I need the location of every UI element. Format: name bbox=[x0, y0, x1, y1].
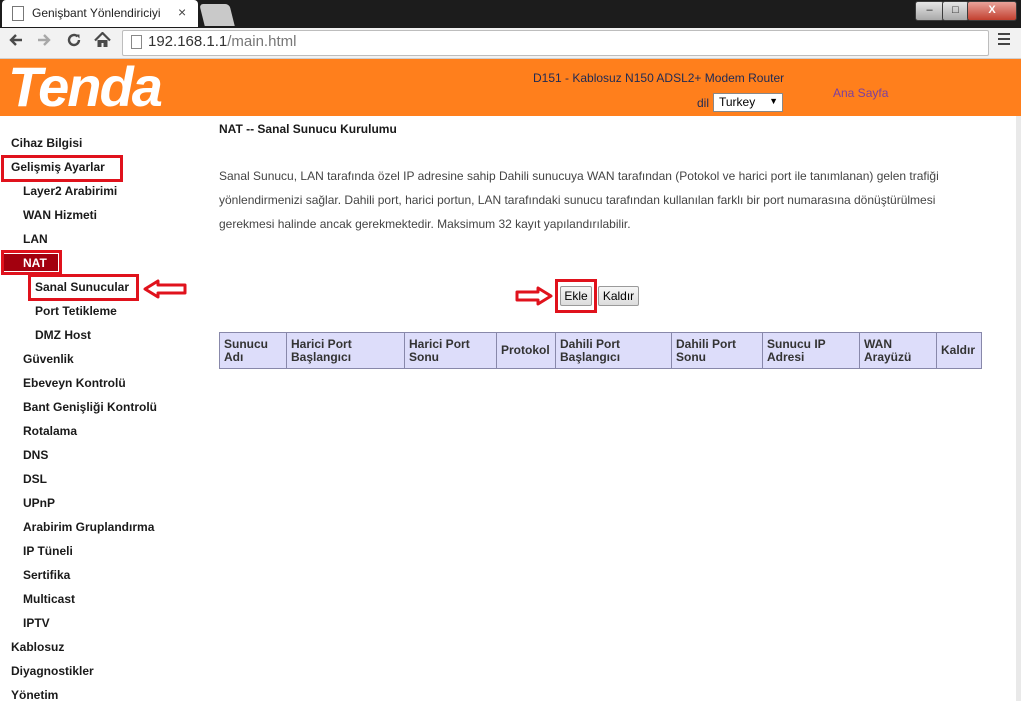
home-icon[interactable] bbox=[94, 31, 111, 53]
language-label: dil bbox=[697, 96, 710, 110]
page-icon bbox=[131, 35, 142, 49]
sidebar-item-device-info[interactable]: Cihaz Bilgisi bbox=[11, 136, 82, 150]
new-tab-button[interactable] bbox=[199, 4, 235, 26]
page-title: NAT -- Sanal Sunucu Kurulumu bbox=[219, 122, 397, 136]
column-header: Kaldır bbox=[936, 332, 982, 369]
table-header-row: Sunucu Adı Harici Port Başlangıcı Harici… bbox=[219, 332, 982, 369]
sidebar-item-certificate[interactable]: Sertifika bbox=[23, 568, 70, 582]
sidebar-item-diagnostics[interactable]: Diyagnostikler bbox=[11, 664, 94, 678]
tab-title: Genişbant Yönlendiriciyi bbox=[32, 6, 161, 20]
sidebar-item-multicast[interactable]: Multicast bbox=[23, 592, 75, 606]
scrollbar[interactable] bbox=[1016, 116, 1021, 701]
page-favicon-icon bbox=[12, 6, 24, 21]
column-header: Protokol bbox=[496, 332, 556, 369]
column-header: Harici Port Başlangıcı bbox=[286, 332, 405, 369]
sidebar-item-iptv[interactable]: IPTV bbox=[23, 616, 50, 630]
column-header: Sunucu Adı bbox=[219, 332, 287, 369]
description-line-2: yönlendirmenizi sağlar. Dahili port, har… bbox=[219, 193, 936, 207]
sidebar-item-upnp[interactable]: UPnP bbox=[23, 496, 55, 510]
window-minimize-button[interactable]: – bbox=[915, 1, 944, 21]
column-header: Sunucu IP Adresi bbox=[762, 332, 860, 369]
remove-button[interactable]: Kaldır bbox=[598, 286, 639, 306]
sidebar-item-routing[interactable]: Rotalama bbox=[23, 424, 77, 438]
column-header: Dahili Port Başlangıcı bbox=[555, 332, 672, 369]
sidebar-item-security[interactable]: Güvenlik bbox=[23, 352, 74, 366]
column-header: Harici Port Sonu bbox=[404, 332, 497, 369]
arrow-right-icon[interactable] bbox=[36, 31, 52, 53]
chevron-down-icon: ▼ bbox=[769, 96, 778, 106]
sidebar-item-bandwidth-control[interactable]: Bant Genişliği Kontrolü bbox=[23, 400, 157, 414]
sidebar-item-ip-tunnel[interactable]: IP Tüneli bbox=[23, 544, 73, 558]
sidebar-item-port-triggering[interactable]: Port Tetikleme bbox=[35, 304, 117, 318]
language-value: Turkey bbox=[719, 95, 756, 109]
model-name: D151 - Kablosuz N150 ADSL2+ Modem Router bbox=[533, 71, 785, 85]
column-header: Dahili Port Sonu bbox=[671, 332, 763, 369]
window-close-button[interactable]: X bbox=[967, 1, 1017, 21]
sidebar-item-wireless[interactable]: Kablosuz bbox=[11, 640, 64, 654]
sidebar-item-lan[interactable]: LAN bbox=[23, 232, 48, 246]
description-line-1: Sanal Sunucu, LAN tarafında özel IP adre… bbox=[219, 169, 939, 183]
virtual-server-table: Sunucu Adı Harici Port Başlangıcı Harici… bbox=[219, 332, 982, 369]
sidebar-item-dsl[interactable]: DSL bbox=[23, 472, 47, 486]
highlight-nat bbox=[1, 250, 62, 275]
hamburger-menu-icon[interactable] bbox=[998, 33, 1010, 47]
url-host: 192.168.1.1 bbox=[148, 33, 228, 50]
description-line-3: gerekmesi halinde ancak gerekmektedir. M… bbox=[219, 217, 631, 231]
sidebar-item-management[interactable]: Yönetim bbox=[11, 688, 58, 702]
arrow-left-icon[interactable] bbox=[8, 31, 24, 53]
reload-icon[interactable] bbox=[66, 31, 82, 53]
url-text[interactable]: 192.168.1.1/main.html bbox=[148, 33, 296, 50]
sidebar-item-interface-grouping[interactable]: Arabirim Gruplandırma bbox=[23, 520, 154, 534]
arrow-left-outline-icon bbox=[142, 279, 188, 304]
url-path: /main.html bbox=[227, 33, 297, 50]
highlight-virtual-servers bbox=[28, 274, 139, 301]
sidebar-item-dns[interactable]: DNS bbox=[23, 448, 48, 462]
column-header: WAN Arayüzü bbox=[859, 332, 937, 369]
sidebar-item-dmz-host[interactable]: DMZ Host bbox=[35, 328, 91, 342]
add-button[interactable]: Ekle bbox=[560, 286, 592, 306]
language-select[interactable]: Turkey ▼ bbox=[713, 93, 783, 112]
window-maximize-button[interactable]: □ bbox=[942, 1, 969, 21]
home-link[interactable]: Ana Sayfa bbox=[833, 86, 888, 100]
sidebar-item-wan-service[interactable]: WAN Hizmeti bbox=[23, 208, 97, 222]
sidebar-item-parental-control[interactable]: Ebeveyn Kontrolü bbox=[23, 376, 126, 390]
arrow-right-outline-icon bbox=[514, 286, 554, 311]
sidebar-item-layer2-interface[interactable]: Layer2 Arabirimi bbox=[23, 184, 117, 198]
tenda-logo: Tenda bbox=[8, 55, 163, 118]
highlight-advanced-settings bbox=[1, 155, 123, 182]
tab-close-icon[interactable]: × bbox=[178, 4, 186, 20]
